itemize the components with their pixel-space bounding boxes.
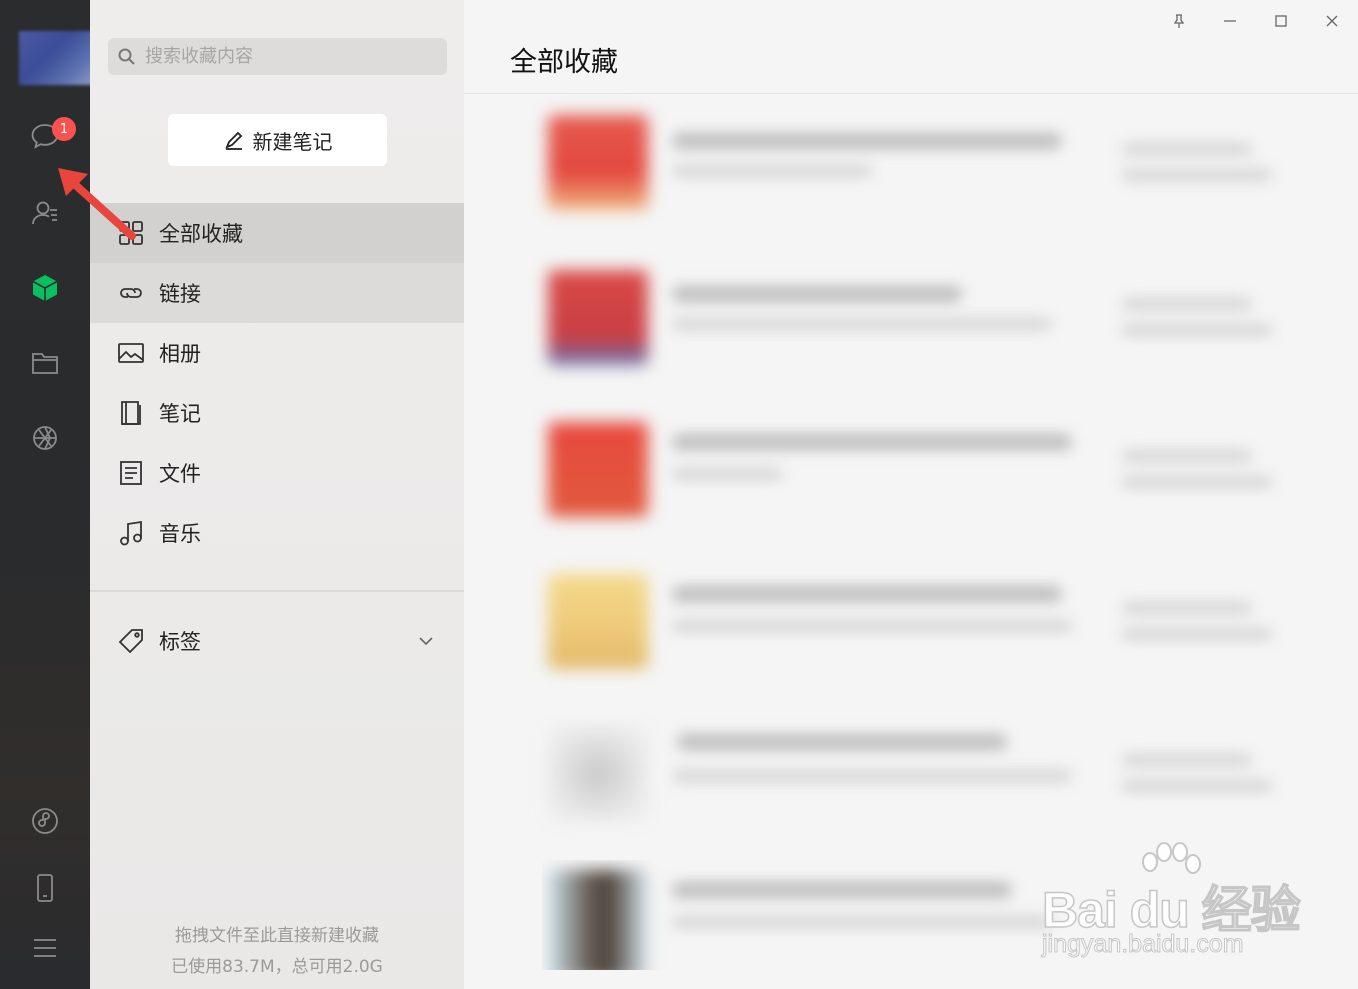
tags-label: 标签 bbox=[159, 630, 201, 654]
item-title bbox=[672, 586, 1062, 602]
search-input[interactable] bbox=[145, 46, 435, 67]
item-subtitle bbox=[672, 620, 1072, 632]
list-item[interactable] bbox=[542, 103, 1282, 223]
list-item[interactable] bbox=[542, 258, 1282, 378]
menu-item-label: 文件 bbox=[159, 462, 201, 486]
category-menu: 全部收藏 链接 相册 笔记 文件 音乐 bbox=[90, 203, 464, 563]
item-meta bbox=[1122, 780, 1272, 792]
item-meta bbox=[1122, 298, 1252, 310]
pencil-icon bbox=[224, 131, 242, 150]
image-icon bbox=[118, 343, 144, 363]
item-meta bbox=[1122, 143, 1252, 155]
item-title bbox=[672, 286, 962, 302]
menu-item-label: 笔记 bbox=[159, 402, 201, 426]
menu-item-label: 相册 bbox=[159, 342, 201, 366]
item-thumbnail bbox=[548, 726, 648, 821]
item-meta bbox=[1122, 754, 1252, 766]
new-note-button[interactable]: 新建笔记 bbox=[168, 114, 387, 166]
file-icon bbox=[120, 461, 142, 485]
chevron-down-icon[interactable] bbox=[416, 631, 436, 651]
menu-item-label: 音乐 bbox=[159, 522, 201, 546]
music-icon bbox=[120, 520, 142, 546]
menu-item-links[interactable]: 链接 bbox=[90, 263, 464, 323]
title-divider bbox=[464, 93, 1358, 94]
list-item[interactable] bbox=[542, 410, 1282, 530]
item-subtitle bbox=[672, 318, 1052, 330]
item-meta bbox=[1122, 602, 1252, 614]
menu-item-album[interactable]: 相册 bbox=[90, 323, 464, 383]
nav-divider bbox=[90, 590, 464, 592]
item-title bbox=[677, 734, 1007, 750]
avatar[interactable] bbox=[19, 31, 99, 85]
pin-icon[interactable] bbox=[1168, 10, 1190, 32]
storage-usage-text: 已使用83.7M，总可用2.0G bbox=[171, 957, 383, 977]
baidu-watermark: Bai du 经验 jingyan.baidu.com bbox=[1040, 842, 1301, 967]
sidebar-rail: 1 bbox=[0, 0, 99, 989]
folder-icon[interactable] bbox=[27, 345, 63, 381]
item-meta bbox=[1122, 169, 1272, 181]
new-note-label: 新建笔记 bbox=[252, 129, 333, 154]
search-icon bbox=[118, 48, 135, 65]
watermark-url: jingyan.baidu.com bbox=[1042, 930, 1245, 959]
menu-item-label: 全部收藏 bbox=[159, 222, 243, 246]
tags-section[interactable]: 标签 bbox=[90, 611, 464, 671]
notebook-icon bbox=[121, 401, 141, 425]
favorites-cube-icon[interactable] bbox=[27, 270, 63, 306]
menu-item-files[interactable]: 文件 bbox=[90, 443, 464, 503]
minimize-icon[interactable] bbox=[1219, 10, 1241, 32]
item-title bbox=[672, 882, 1012, 898]
page-title: 全部收藏 bbox=[510, 47, 618, 78]
menu-icon[interactable] bbox=[27, 930, 63, 966]
item-thumbnail bbox=[548, 270, 648, 365]
item-title bbox=[672, 133, 1062, 149]
menu-item-notes[interactable]: 笔记 bbox=[90, 383, 464, 443]
mini-program-icon[interactable] bbox=[27, 803, 63, 839]
phone-icon[interactable] bbox=[27, 870, 63, 906]
item-subtitle bbox=[672, 916, 1052, 928]
item-meta bbox=[1122, 628, 1272, 640]
item-title bbox=[672, 434, 1072, 450]
menu-item-music[interactable]: 音乐 bbox=[90, 503, 464, 563]
main-content: 全部收藏 bbox=[464, 0, 1358, 989]
item-thumbnail bbox=[548, 574, 648, 669]
menu-item-all-favorites[interactable]: 全部收藏 bbox=[90, 203, 464, 263]
unread-badge: 1 bbox=[52, 117, 76, 141]
maximize-icon[interactable] bbox=[1270, 10, 1292, 32]
close-icon[interactable] bbox=[1321, 10, 1343, 32]
item-thumbnail bbox=[548, 422, 648, 517]
contacts-icon[interactable] bbox=[27, 195, 63, 231]
search-box[interactable] bbox=[108, 38, 447, 75]
grid-icon bbox=[119, 221, 143, 245]
item-subtitle bbox=[672, 468, 782, 480]
item-thumbnail bbox=[548, 870, 648, 970]
item-subtitle bbox=[672, 165, 872, 177]
item-meta bbox=[1122, 450, 1252, 462]
tag-icon bbox=[118, 629, 143, 654]
link-icon bbox=[120, 288, 142, 298]
favorites-nav-panel: 新建笔记 全部收藏 链接 相册 笔记 文件 音乐 标签 bbox=[90, 0, 464, 989]
list-item[interactable] bbox=[542, 562, 1282, 682]
drag-hint-text: 拖拽文件至此直接新建收藏 bbox=[175, 926, 379, 946]
menu-item-label: 链接 bbox=[159, 282, 201, 306]
item-thumbnail bbox=[548, 115, 648, 210]
item-subtitle bbox=[672, 770, 1072, 782]
item-meta bbox=[1122, 476, 1272, 488]
list-item[interactable] bbox=[542, 714, 1282, 834]
item-meta bbox=[1122, 324, 1272, 336]
moments-icon[interactable] bbox=[27, 420, 63, 456]
